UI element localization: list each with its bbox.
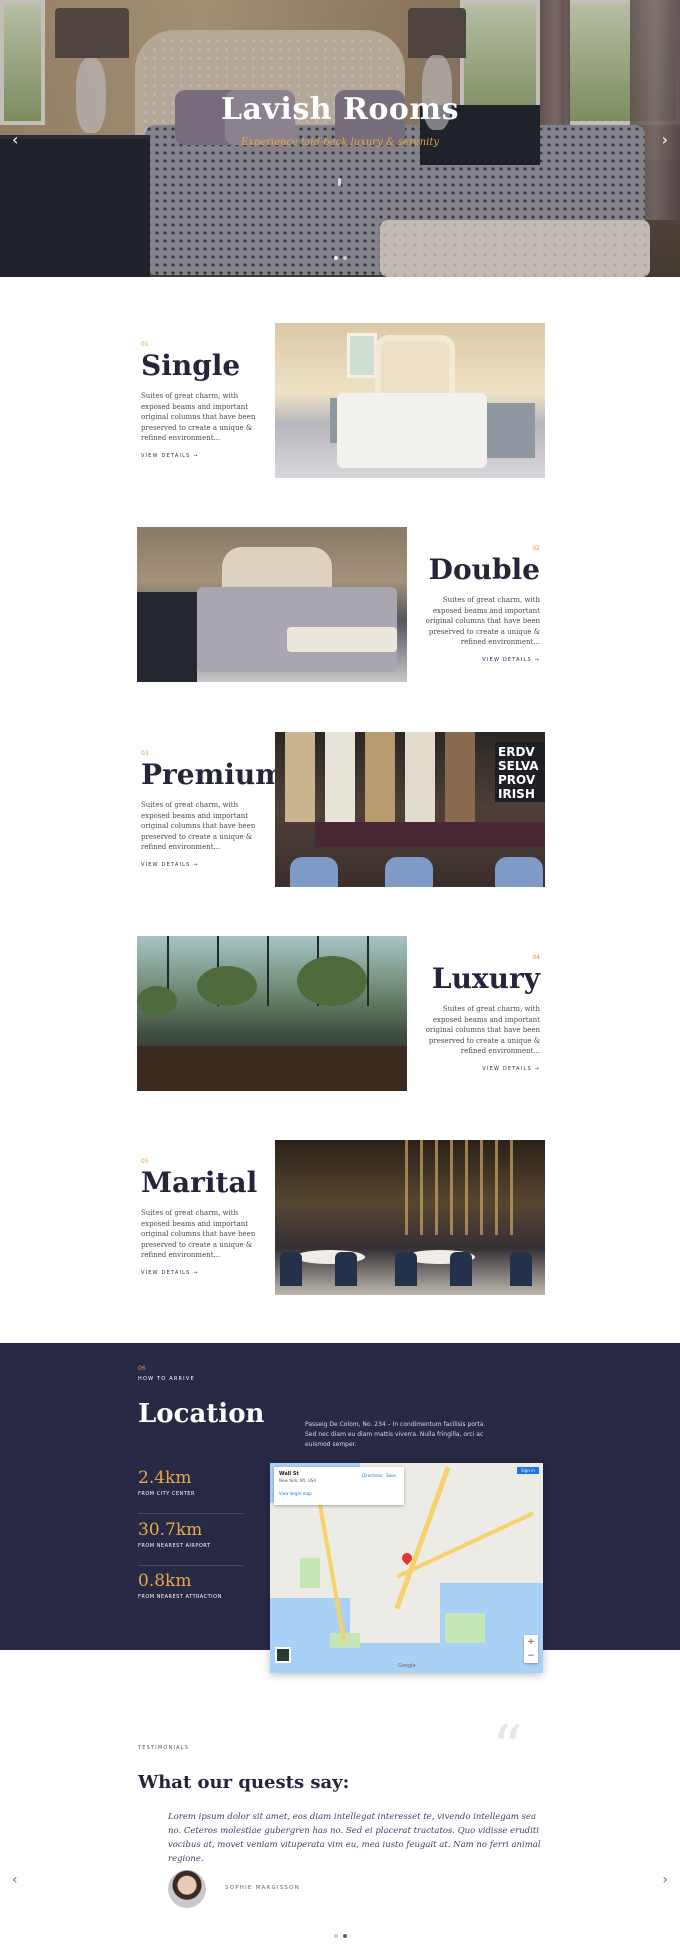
room-photo[interactable] — [137, 527, 407, 682]
room-card-single: 01 Single Suites of great charm, with ex… — [137, 323, 545, 478]
room-card-luxury: 04 Luxury Suites of great charm, with ex… — [137, 936, 544, 1091]
distance-stat: 30.7km FROM NEAREST AIRPORT — [138, 1520, 243, 1566]
location-title: Location — [138, 1399, 265, 1429]
room-number: 02 — [532, 545, 540, 552]
zoom-control: + − — [524, 1635, 538, 1663]
distance-label: FROM CITY CENTER — [138, 1491, 195, 1497]
section-kicker: HOW TO ARRIVE — [138, 1376, 195, 1382]
room-photo[interactable] — [137, 936, 407, 1091]
room-description: Suites of great charm, with exposed beam… — [141, 392, 256, 442]
avatar — [168, 1870, 206, 1908]
location-address: Passeig De Colom, No. 234 – In condiment… — [305, 1421, 486, 1448]
view-details-link[interactable]: VIEW DETAILS → — [482, 657, 540, 663]
testimonial-pagination — [334, 1934, 347, 1938]
map-place-card: Wall St New York, NY, USA View larger ma… — [274, 1467, 404, 1505]
room-name: Single — [141, 349, 241, 382]
room-number: 04 — [532, 954, 540, 961]
zoom-in-button[interactable]: + — [524, 1635, 538, 1649]
view-details-link[interactable]: VIEW DETAILS → — [141, 453, 199, 459]
room-photo[interactable] — [275, 1140, 545, 1295]
room-description: Suites of great charm, with exposed beam… — [141, 1209, 256, 1259]
google-logo: Google — [398, 1663, 416, 1669]
save-button[interactable]: Save — [386, 1473, 396, 1478]
room-card-double: 02 Double Suites of great charm, with ex… — [137, 527, 544, 682]
distance-value: 0.8km — [138, 1571, 192, 1591]
room-number: 03 — [141, 750, 149, 757]
zoom-out-button[interactable]: − — [524, 1649, 538, 1663]
view-details-link[interactable]: VIEW DETAILS → — [482, 1066, 540, 1072]
distance-value: 30.7km — [138, 1520, 203, 1540]
testimonial-author: SOPHIE MARGISSON — [225, 1885, 300, 1891]
embedded-map[interactable]: Wall St New York, NY, USA View larger ma… — [270, 1463, 543, 1673]
view-larger-map-link[interactable]: View larger map — [279, 1491, 399, 1496]
hero-pagination — [334, 256, 347, 260]
testimonial-dot-1[interactable] — [334, 1934, 338, 1938]
satellite-toggle-button[interactable] — [275, 1647, 291, 1663]
map-sign-in-button[interactable]: Sign in — [517, 1467, 539, 1474]
hero-prev-button[interactable]: ‹ — [12, 130, 18, 149]
hero-title: Lavish Rooms — [220, 92, 460, 127]
hero-next-button[interactable]: › — [662, 130, 668, 149]
section-kicker: TESTIMONIALS — [138, 1745, 190, 1751]
view-details-link[interactable]: VIEW DETAILS → — [141, 862, 199, 868]
hero-subtitle: Experience laid-back luxury & serenity — [240, 137, 440, 148]
distance-value: 2.4km — [138, 1468, 192, 1488]
view-details-link[interactable]: VIEW DETAILS → — [141, 1270, 199, 1276]
testimonial-prev-button[interactable]: ‹ — [12, 1872, 18, 1888]
distance-stat: 2.4km FROM CITY CENTER — [138, 1468, 243, 1514]
distance-stat: 0.8km FROM NEAREST ATTRACTION — [138, 1571, 243, 1617]
section-number: 06 — [138, 1365, 146, 1372]
room-description: Suites of great charm, with exposed beam… — [425, 1005, 540, 1055]
map-place-address: New York, NY, USA — [279, 1478, 317, 1483]
room-photo[interactable]: ERDV SELVA PROV IRISH — [275, 732, 545, 887]
room-photo[interactable] — [275, 323, 545, 478]
room-number: 05 — [141, 1158, 149, 1165]
chalkboard: ERDV SELVA PROV IRISH — [495, 742, 545, 802]
testimonial-dot-2[interactable] — [343, 1934, 347, 1938]
distance-label: FROM NEAREST ATTRACTION — [138, 1594, 222, 1600]
hero-slider: Lavish Rooms Experience laid-back luxury… — [0, 0, 680, 277]
room-number: 01 — [141, 341, 149, 348]
scroll-indicator-icon — [338, 178, 341, 186]
testimonials-title: What our quests say: — [138, 1772, 350, 1793]
testimonial-text: Lorem ipsum dolor sit amet, eos diam int… — [168, 1812, 541, 1864]
room-description: Suites of great charm, with exposed beam… — [141, 801, 256, 851]
testimonial-next-button[interactable]: › — [662, 1872, 668, 1888]
room-name: Premium — [141, 758, 285, 791]
room-name: Double — [428, 553, 540, 586]
hero-dot-2[interactable] — [343, 256, 347, 260]
room-name: Luxury — [431, 962, 540, 995]
distance-label: FROM NEAREST AIRPORT — [138, 1543, 211, 1549]
directions-button[interactable]: Directions — [362, 1473, 382, 1478]
room-name: Marital — [141, 1166, 258, 1199]
room-card-marital: 05 Marital Suites of great charm, with e… — [137, 1140, 545, 1295]
hero-dot-1[interactable] — [334, 256, 338, 260]
room-card-premium: 03 Premium Suites of great charm, with e… — [137, 732, 545, 887]
room-description: Suites of great charm, with exposed beam… — [425, 596, 540, 646]
quote-icon: “ — [492, 1713, 523, 1783]
